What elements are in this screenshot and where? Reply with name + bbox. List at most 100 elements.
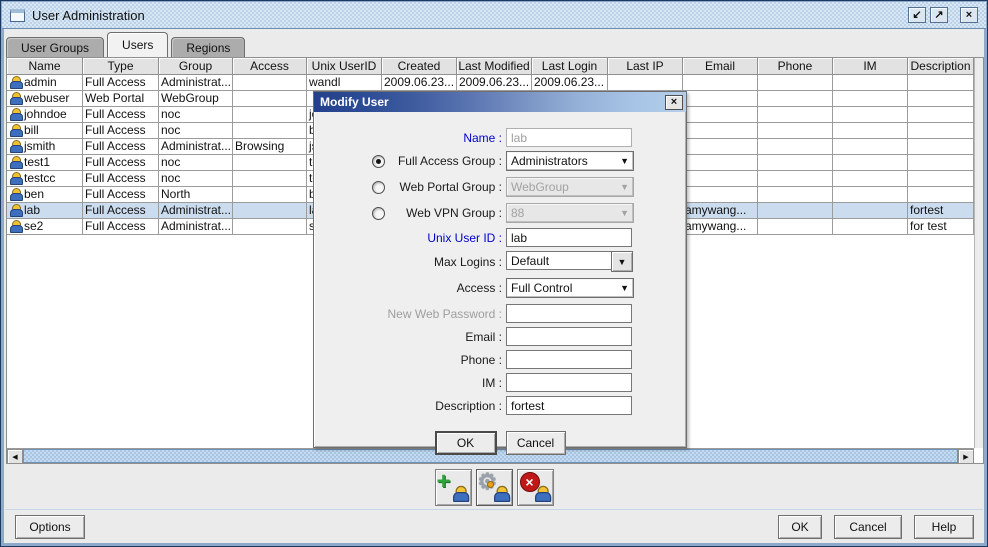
window-title: User Administration [32, 7, 145, 23]
cell-access [233, 155, 307, 171]
cell-type: Full Access [83, 123, 159, 139]
dialog-cancel-button[interactable]: Cancel [505, 431, 566, 455]
cell-group: Administrat... [159, 75, 233, 91]
cell-description [908, 155, 974, 171]
cell-access [233, 91, 307, 107]
user-icon [9, 204, 23, 217]
im-field[interactable] [506, 373, 632, 392]
table-row[interactable]: admin Full Access Administrat... wandl 2009.… [7, 75, 974, 91]
cell-name: ben [7, 187, 83, 203]
cell-phone [758, 187, 833, 203]
cell-group: noc [159, 171, 233, 187]
dialog-ok-button[interactable]: OK [434, 431, 497, 455]
help-button[interactable]: Help [914, 515, 974, 539]
scroll-right-icon[interactable]: ▶ [958, 449, 974, 464]
user-icon [492, 485, 510, 502]
cell-email [683, 171, 758, 187]
email-field[interactable] [506, 327, 632, 346]
column-header-last-modified[interactable]: Last Modified [457, 58, 532, 75]
tab-bar: User Groups Users Regions [6, 31, 982, 57]
cell-last_ip [608, 75, 683, 91]
cell-name: lab [7, 203, 83, 219]
tab-regions[interactable]: Regions [171, 37, 246, 57]
access-select[interactable]: Full Control ▼ [506, 278, 634, 298]
new-web-password-field[interactable] [506, 304, 632, 323]
cell-type: Full Access [83, 75, 159, 91]
tab-user-groups[interactable]: User Groups [6, 37, 105, 57]
phone-field[interactable] [506, 350, 632, 369]
cell-name: test1 [7, 155, 83, 171]
web-vpn-group-value: 88 [511, 206, 525, 220]
chevron-down-icon[interactable]: ▼ [611, 251, 633, 272]
column-header-type[interactable]: Type [83, 58, 159, 75]
cell-phone [758, 75, 833, 91]
cell-group: Administrat... [159, 219, 233, 235]
vertical-scrollbar-track[interactable] [974, 58, 983, 448]
cell-group: noc [159, 155, 233, 171]
cell-description [908, 187, 974, 203]
column-header-access[interactable]: Access [233, 58, 307, 75]
dialog-titlebar[interactable]: Modify User × [314, 92, 686, 112]
cell-im [833, 91, 908, 107]
column-header-description[interactable]: Description [908, 58, 974, 75]
max-logins-field[interactable] [506, 251, 612, 270]
cell-email [683, 75, 758, 91]
max-logins-select[interactable]: ▼ [506, 251, 634, 272]
email-label: Email : [465, 329, 502, 344]
column-header-group[interactable]: Group [159, 58, 233, 75]
description-label: Description : [435, 398, 502, 413]
delete-user-button[interactable]: × [516, 469, 554, 506]
name-label: Name : [463, 130, 502, 145]
column-header-last-login[interactable]: Last Login [532, 58, 608, 75]
cell-type: Full Access [83, 171, 159, 187]
dialog-close-icon[interactable]: × [665, 94, 683, 110]
cell-description [908, 123, 974, 139]
name-field[interactable] [506, 128, 632, 147]
cell-phone [758, 123, 833, 139]
options-button[interactable]: Options [15, 515, 85, 539]
full-access-group-radio[interactable] [372, 154, 385, 168]
user-icon [533, 485, 551, 502]
column-header-email[interactable]: Email [683, 58, 758, 75]
cell-description [908, 139, 974, 155]
window-titlebar[interactable]: User Administration ↙ ↗ × [2, 2, 986, 29]
minimize-icon[interactable]: ↙ [908, 7, 926, 23]
modify-user-button[interactable]: ⚙ [475, 469, 513, 506]
description-field[interactable] [506, 396, 632, 415]
user-actions-toolbar: + ⚙ × [1, 469, 987, 509]
chevron-down-icon: ▼ [620, 182, 629, 192]
column-header-im[interactable]: IM [833, 58, 908, 75]
column-header-created[interactable]: Created [382, 58, 457, 75]
maximize-icon[interactable]: ↗ [930, 7, 948, 23]
cell-group: noc [159, 107, 233, 123]
cancel-button[interactable]: Cancel [834, 515, 902, 539]
cell-type: Full Access [83, 187, 159, 203]
cell-im [833, 75, 908, 91]
column-header-name[interactable]: Name [7, 58, 83, 75]
web-portal-group-radio[interactable] [372, 180, 385, 194]
access-value: Full Control [511, 281, 573, 295]
cell-type: Full Access [83, 219, 159, 235]
tab-users[interactable]: Users [107, 32, 169, 57]
cell-name: bill [7, 123, 83, 139]
scroll-left-icon[interactable]: ◀ [7, 449, 23, 464]
close-icon[interactable]: × [960, 7, 978, 23]
add-user-button[interactable]: + [434, 469, 472, 506]
user-icon [9, 140, 23, 153]
unix-user-id-field[interactable] [506, 228, 632, 247]
cell-description [908, 107, 974, 123]
cell-email [683, 139, 758, 155]
web-portal-group-select[interactable]: WebGroup ▼ [506, 177, 634, 197]
cell-access [233, 187, 307, 203]
user-icon [9, 124, 23, 137]
access-label: Access : [456, 281, 502, 295]
column-header-last-ip[interactable]: Last IP [608, 58, 683, 75]
full-access-group-select[interactable]: Administrators ▼ [506, 151, 634, 171]
column-header-phone[interactable]: Phone [758, 58, 833, 75]
ok-button[interactable]: OK [778, 515, 822, 539]
web-vpn-group-select[interactable]: 88 ▼ [506, 203, 634, 223]
column-header-unix-userid[interactable]: Unix UserID [307, 58, 382, 75]
cell-group: Administrat... [159, 203, 233, 219]
web-vpn-group-radio[interactable] [372, 206, 385, 220]
new-web-password-label: New Web Password : [387, 306, 503, 321]
